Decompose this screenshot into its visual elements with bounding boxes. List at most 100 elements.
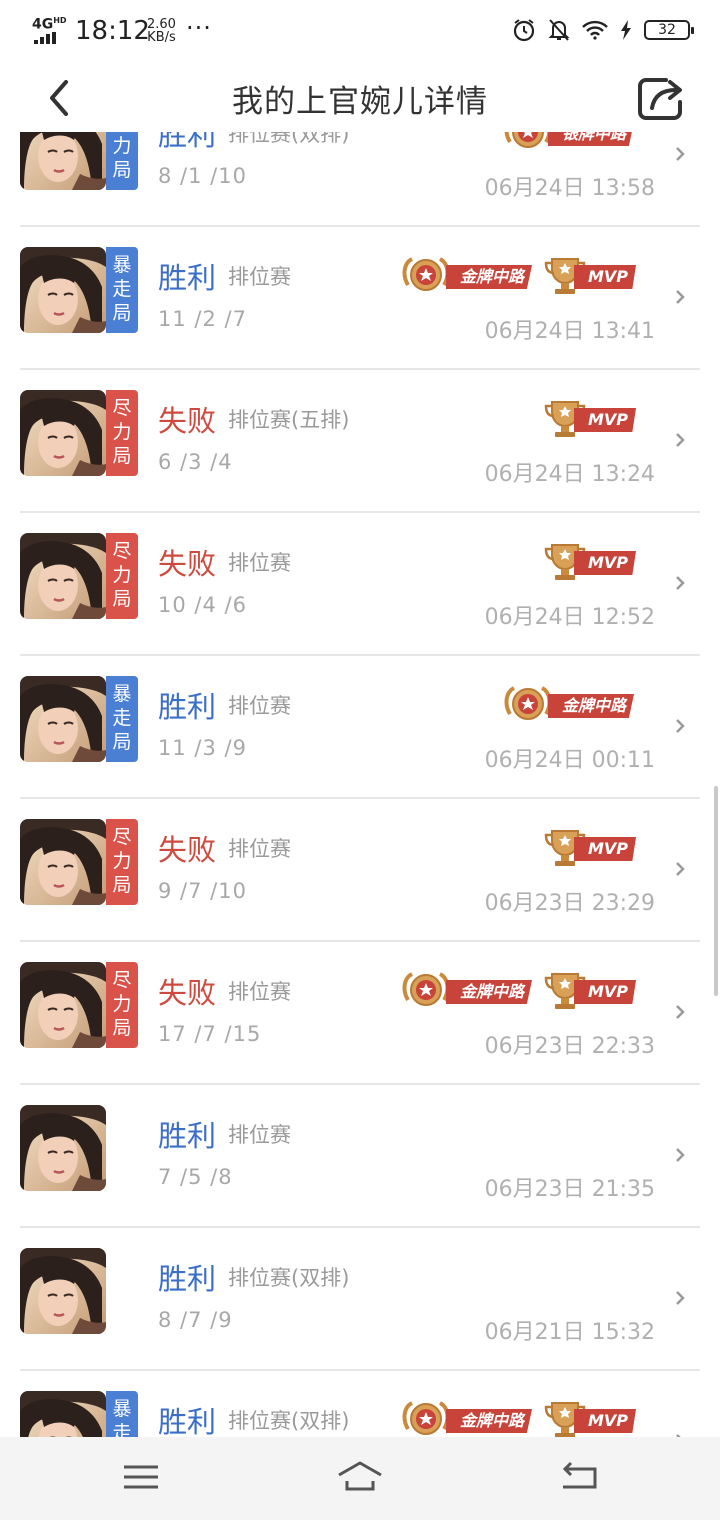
hero-avatar-image (20, 819, 106, 905)
badge-label: MVP (574, 1409, 637, 1433)
badge-group: MVP (544, 827, 638, 867)
chevron-right-icon[interactable] (674, 1147, 686, 1163)
hero-avatar (20, 676, 106, 762)
match-kda: 6 /3 /4 (158, 450, 233, 474)
network-speed: 2.60 KB/s (147, 17, 176, 45)
badge-group: 金牌中路 MVP (402, 255, 638, 295)
match-row[interactable]: 尽力局尽力局失败排位赛 10 /4 /6 06月24日 12:52 MVP (20, 513, 700, 656)
hero-avatar-image (20, 1248, 106, 1334)
match-kda: 10 /4 /6 (158, 593, 247, 617)
medal-icon (504, 132, 552, 148)
gold-medal-badge: 金牌中路 (402, 970, 536, 1010)
badge-group: 金牌中路 MVP (402, 1399, 638, 1437)
badge-group: 银牌中路 (504, 132, 638, 152)
signal-icon (34, 32, 56, 44)
match-tag: 尽力局尽力局 (106, 390, 138, 476)
match-mode: 排位赛(双排) (228, 1409, 350, 1433)
match-row[interactable]: 胜利 排位赛(双排) 8 /7 /9 06月21日 15:32 (20, 1228, 700, 1371)
hero-avatar-image (20, 676, 106, 762)
match-tag: 暴走局暴走局 (106, 247, 138, 333)
gold-medal-badge: 金牌中路 (402, 1399, 536, 1437)
match-time: 06月24日 13:41 (484, 319, 655, 344)
chevron-right-icon[interactable] (674, 432, 686, 448)
hero-avatar-image (20, 132, 106, 190)
chevron-right-icon[interactable] (674, 861, 686, 877)
match-result: 胜利 (158, 1262, 217, 1296)
match-result: 失败 (158, 404, 217, 438)
hero-avatar-image (20, 1105, 106, 1191)
match-kda: 8 /1 /10 (158, 164, 247, 188)
match-tag: 尽力局尽力局 (106, 132, 138, 190)
hero-avatar (20, 132, 106, 190)
hero-avatar (20, 1248, 106, 1334)
chevron-right-icon[interactable] (674, 1290, 686, 1306)
badge-label: 金牌中路 (548, 694, 635, 718)
more-notifications-icon: ··· (186, 14, 212, 42)
scrollbar[interactable] (714, 786, 718, 996)
match-mode: 排位赛 (228, 980, 291, 1004)
badge-label: MVP (574, 980, 637, 1004)
match-tag: 尽力局尽力局 (106, 819, 138, 905)
match-time: 06月23日 23:29 (484, 891, 655, 916)
match-mode: 排位赛(五排) (228, 408, 350, 432)
chevron-right-icon[interactable] (674, 1004, 686, 1020)
match-result: 胜利 (158, 1119, 217, 1153)
hero-avatar-image (20, 247, 106, 333)
badge-label: MVP (574, 265, 637, 289)
match-mode: 排位赛(双排) (228, 132, 350, 146)
silver-medal-badge: 银牌中路 (504, 132, 638, 152)
match-row[interactable]: 暴走局暴走局胜利排位赛 11 /3 /9 06月24日 00:11 金牌中路 (20, 656, 700, 799)
match-result: 胜利 (158, 690, 217, 724)
match-row[interactable]: 胜利 排位赛 7 /5 /8 06月23日 21:35 (20, 1085, 700, 1228)
match-time: 06月21日 15:32 (484, 1320, 655, 1345)
badge-group: 金牌中路 (504, 684, 638, 724)
battery-indicator: 32 (644, 20, 694, 40)
medal-icon (402, 257, 450, 291)
match-list[interactable]: 尽力局尽力局胜利排位赛(双排)8 /1 /1006月24日 13:58银牌中路暴… (0, 132, 720, 1437)
page-title: 我的上官婉儿详情 (232, 84, 488, 120)
menu-icon[interactable] (116, 1457, 166, 1497)
mvp-trophy-badge: MVP (544, 398, 638, 438)
match-row[interactable]: 尽力局尽力局胜利排位赛(双排) 8 /1 /10 06月24日 13:58 银牌中路 (20, 132, 700, 227)
app-header: 我的上官婉儿详情 (0, 64, 720, 132)
hero-avatar (20, 1105, 106, 1191)
medal-icon (504, 686, 552, 720)
mute-icon (548, 19, 570, 41)
badge-group: 金牌中路 MVP (402, 970, 638, 1010)
back-icon[interactable] (555, 1457, 605, 1497)
system-nav-bar (0, 1437, 720, 1520)
match-mode: 排位赛 (228, 265, 291, 289)
hero-avatar (20, 247, 106, 333)
match-mode: 排位赛(双排) (228, 1266, 350, 1290)
mvp-trophy-badge: MVP (544, 1399, 638, 1437)
match-result: 失败 (158, 833, 217, 867)
gold-medal-badge: 金牌中路 (402, 255, 536, 295)
hero-avatar-image (20, 390, 106, 476)
medal-icon (402, 972, 450, 1006)
hero-avatar-image (20, 962, 106, 1048)
share-icon[interactable] (636, 74, 686, 122)
match-time: 06月24日 12:52 (484, 605, 655, 630)
status-bar: 4GHD 18:12 2.60 KB/s ··· 32 (0, 0, 720, 64)
match-row[interactable]: 尽力局尽力局失败排位赛(五排) 6 /3 /4 06月24日 13:24 MVP (20, 370, 700, 513)
gold-medal-badge: 金牌中路 (504, 684, 638, 724)
match-row[interactable]: 尽力局尽力局失败排位赛 17 /7 /15 06月23日 22:33 金牌中路 MVP (20, 942, 700, 1085)
match-row[interactable]: 尽力局尽力局失败排位赛 9 /7 /10 06月23日 23:29 MVP (20, 799, 700, 942)
clock: 18:12 (75, 16, 150, 46)
chevron-right-icon[interactable] (674, 146, 686, 162)
badge-label: 金牌中路 (446, 980, 533, 1004)
chevron-right-icon[interactable] (674, 289, 686, 305)
match-row[interactable]: 暴走局暴走局胜利排位赛(双排) 金牌中路 MVP (20, 1371, 700, 1437)
charging-icon (621, 20, 631, 40)
match-tag: 暴走局暴走局 (106, 676, 138, 762)
match-time: 06月24日 13:24 (484, 462, 655, 487)
chevron-right-icon[interactable] (674, 575, 686, 591)
match-result: 胜利 (158, 261, 217, 295)
hero-avatar (20, 1391, 106, 1437)
match-result: 失败 (158, 547, 217, 581)
match-row[interactable]: 暴走局暴走局胜利排位赛 11 /2 /7 06月24日 13:41 金牌中路 MVP (20, 227, 700, 370)
home-icon[interactable] (335, 1457, 385, 1497)
mvp-trophy-badge: MVP (544, 970, 638, 1010)
match-kda: 11 /2 /7 (158, 307, 247, 331)
chevron-right-icon[interactable] (674, 718, 686, 734)
